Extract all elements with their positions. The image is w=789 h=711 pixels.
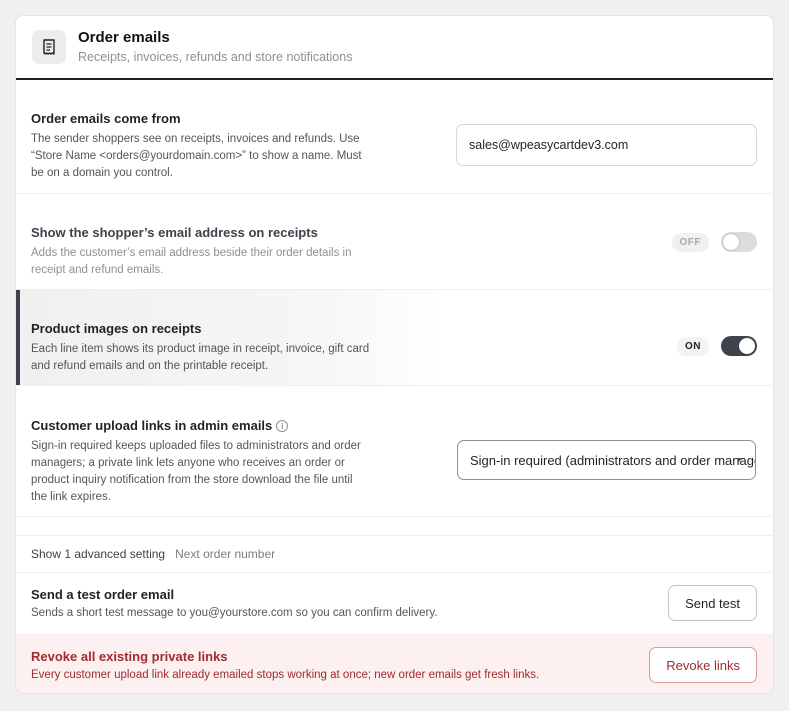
revoke-links-button[interactable]: Revoke links: [649, 647, 757, 683]
order-emails-card: Order emails Receipts, invoices, refunds…: [15, 15, 774, 694]
setting-row-product-images: Product images on receipts Each line ite…: [16, 290, 773, 386]
product-images-toggle[interactable]: [721, 336, 757, 356]
setting-text: Customer upload links in admin emails i S…: [31, 418, 361, 506]
header-text: Order emails Receipts, invoices, refunds…: [78, 29, 352, 65]
setting-description: Sign-in required keeps uploaded files to…: [31, 440, 361, 503]
receipt-icon: [32, 30, 66, 64]
setting-text: Show the shopper’s email address on rece…: [31, 225, 376, 279]
setting-row-from: Order emails come from The sender shoppe…: [16, 80, 773, 194]
setting-text: Product images on receipts Each line ite…: [31, 321, 376, 375]
page-title: Order emails: [78, 29, 170, 46]
toggle-state-badge: ON: [677, 336, 709, 356]
setting-title: Customer upload links in admin emails: [31, 418, 273, 433]
send-test-button[interactable]: Send test: [668, 585, 757, 621]
setting-description: The sender shoppers see on receipts, inv…: [31, 133, 362, 179]
setting-title: Order emails come from: [31, 111, 181, 126]
show-advanced-toggle[interactable]: Show 1 advanced setting: [31, 547, 165, 561]
product-images-toggle-group: ON: [677, 336, 757, 356]
danger-text: Revoke all existing private links Every …: [31, 649, 631, 683]
show-email-toggle[interactable]: [721, 232, 757, 252]
select-value: Sign-in required (administrators and ord…: [470, 452, 756, 468]
card-header: Order emails Receipts, invoices, refunds…: [16, 16, 773, 80]
page-subtitle: Receipts, invoices, refunds and store no…: [78, 50, 353, 64]
upload-links-select[interactable]: Sign-in required (administrators and ord…: [457, 440, 756, 480]
show-email-toggle-group: OFF: [671, 232, 757, 252]
advanced-settings-row: Show 1 advanced setting Next order numbe…: [16, 535, 773, 573]
setting-title-wrap: Customer upload links in admin emails i: [31, 418, 361, 434]
setting-description: Sends a short test message to you@yourst…: [31, 607, 438, 619]
toggle-state-badge: OFF: [671, 232, 709, 252]
toggle-knob: [723, 234, 739, 250]
setting-title: Show the shopper’s email address on rece…: [31, 225, 318, 240]
chevron-down-icon: [736, 458, 742, 462]
setting-text: Order emails come from The sender shoppe…: [31, 111, 376, 182]
setting-row-upload-links: Customer upload links in admin emails i S…: [16, 386, 773, 517]
advanced-hint: Next order number: [175, 547, 276, 561]
danger-description: Every customer upload link already email…: [31, 669, 540, 681]
setting-text: Send a test order email Sends a short te…: [31, 587, 631, 621]
danger-title: Revoke all existing private links: [31, 649, 228, 664]
setting-row-test-email: Send a test order email Sends a short te…: [16, 573, 773, 634]
from-email-input[interactable]: [456, 124, 757, 166]
setting-row-show-email: Show the shopper’s email address on rece…: [16, 194, 773, 290]
info-icon[interactable]: i: [276, 420, 289, 432]
setting-title: Send a test order email: [31, 587, 175, 602]
toggle-knob: [739, 338, 755, 354]
setting-title: Product images on receipts: [31, 321, 202, 336]
setting-description: Adds the customer’s email address beside…: [31, 247, 352, 276]
active-indicator-bar: [16, 290, 20, 385]
setting-description: Each line item shows its product image i…: [31, 343, 370, 372]
revoke-links-row: Revoke all existing private links Every …: [16, 634, 773, 693]
